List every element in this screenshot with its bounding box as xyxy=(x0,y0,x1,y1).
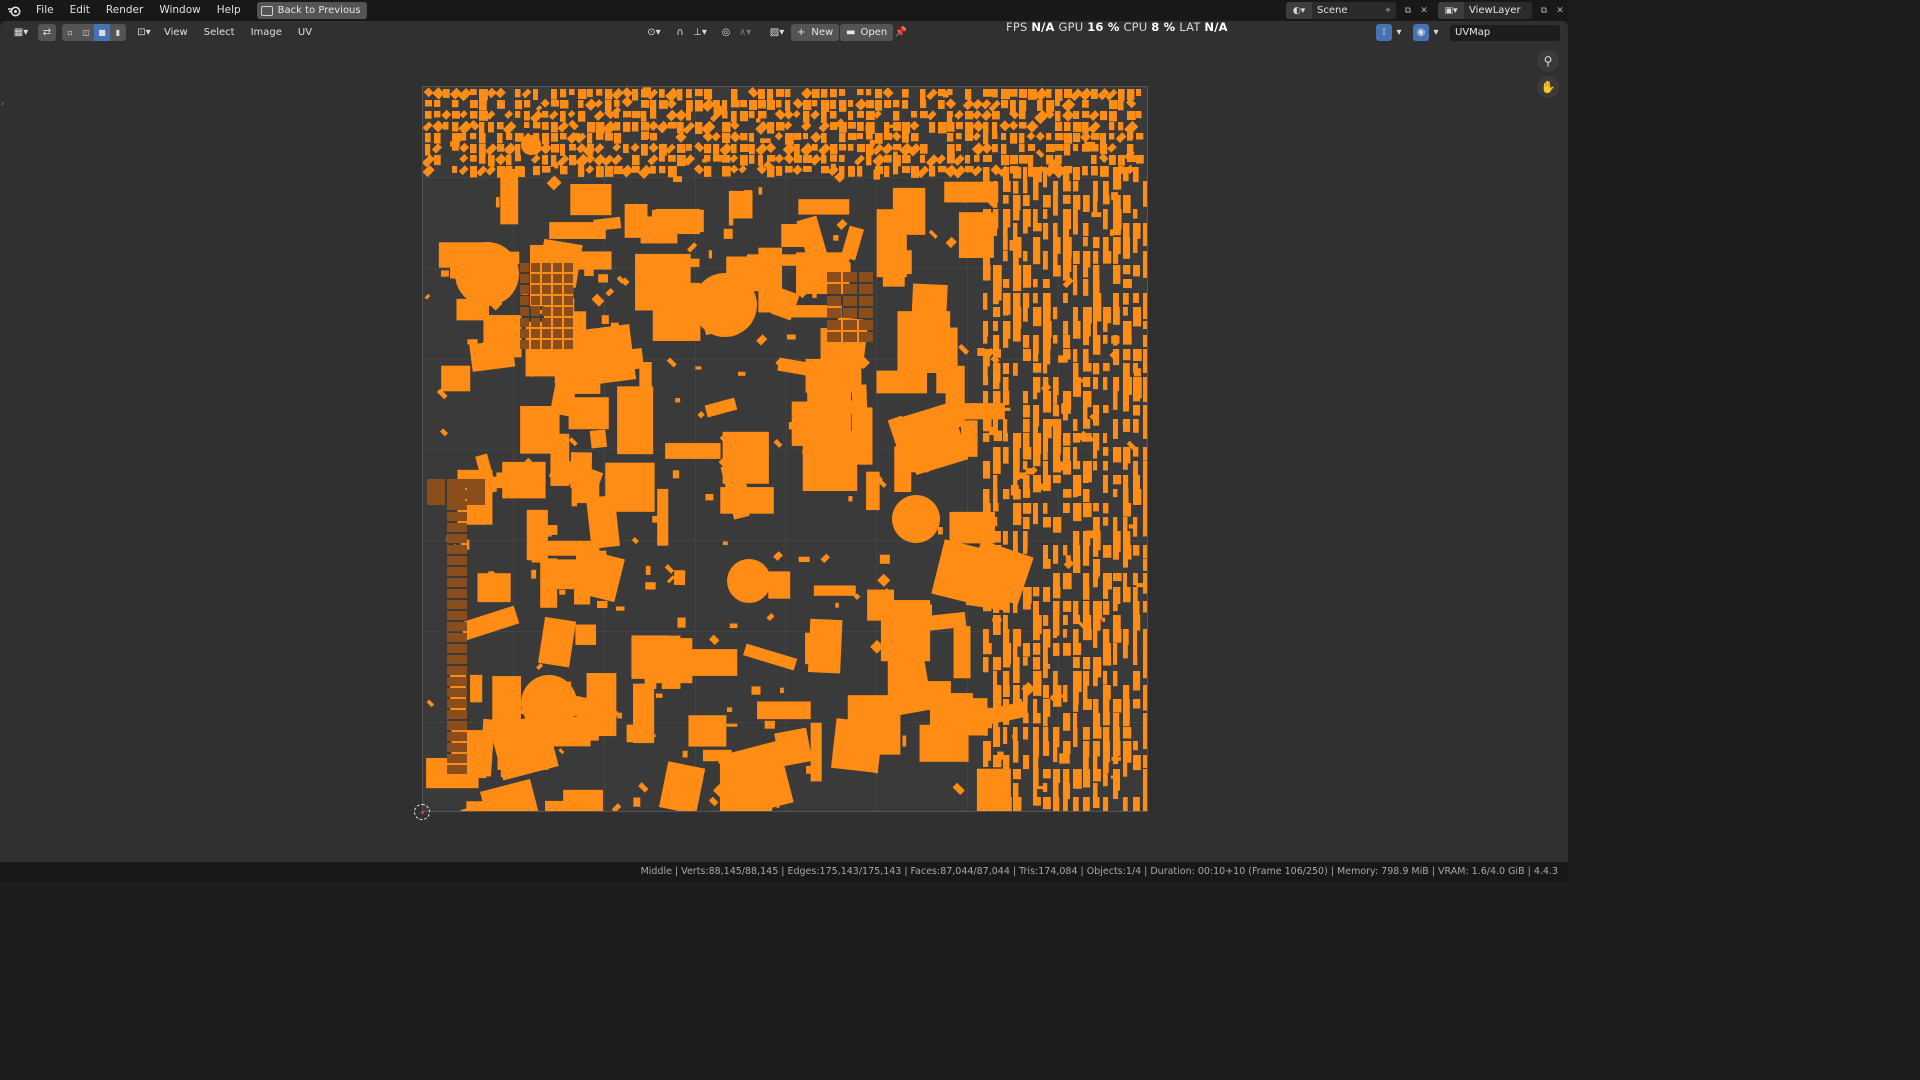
island-select-icon[interactable]: ▮ xyxy=(110,24,126,41)
performance-overlay: FPS N/A GPU 16 % CPU 8 % LAT N/A xyxy=(1006,20,1228,34)
gpu-label: GPU xyxy=(1058,20,1084,34)
scene-selector[interactable]: ◐▾ Scene ⌖ xyxy=(1286,2,1396,19)
fps-value: N/A xyxy=(1031,20,1055,34)
gpu-value: 16 % xyxy=(1087,20,1120,34)
menu-uv[interactable]: UV xyxy=(290,21,320,44)
blender-logo-icon[interactable] xyxy=(0,0,28,21)
uv-map-selector[interactable]: UVMap xyxy=(1450,25,1560,41)
menu-select[interactable]: Select xyxy=(196,21,243,44)
delete-viewlayer-icon[interactable]: ✕ xyxy=(1552,2,1568,19)
uv-layout[interactable] xyxy=(422,86,1148,812)
viewlayer-selector[interactable]: ▣▾ ViewLayer xyxy=(1438,2,1532,19)
zoom-icon[interactable]: ⚲ xyxy=(1537,50,1559,72)
hand-pan-icon[interactable]: ✋ xyxy=(1537,76,1559,98)
overlays-icon[interactable]: ◉ xyxy=(1413,24,1429,41)
toolbar-expand-icon[interactable]: › xyxy=(1,99,4,108)
uv-display-dropdown-icon[interactable]: ▾ xyxy=(1393,24,1405,41)
image-browse-icon[interactable]: ▨▾ xyxy=(766,24,788,41)
sync-selection-icon[interactable]: ⇄ xyxy=(38,24,56,41)
status-bar: Middle | Verts:88,145/88,145 | Edges:175… xyxy=(0,862,1568,882)
new-image-button[interactable]: + New xyxy=(791,24,840,41)
new-viewlayer-icon[interactable]: ⧉ xyxy=(1536,2,1552,19)
uv-editor-viewport[interactable]: › ⚲ ✋ xyxy=(0,44,1568,862)
fps-label: FPS xyxy=(1006,20,1028,34)
cpu-label: CPU xyxy=(1123,20,1148,34)
menu-image[interactable]: Image xyxy=(243,21,290,44)
delete-scene-icon[interactable]: ✕ xyxy=(1416,2,1432,19)
snap-target-icon[interactable]: ⊥▾ xyxy=(689,24,711,41)
open-image-label: Open xyxy=(860,27,888,38)
scene-icon: ◐▾ xyxy=(1286,2,1312,19)
sticky-select-mode-button[interactable]: ⊡▾ xyxy=(132,24,156,41)
lat-label: LAT xyxy=(1179,20,1201,34)
editor-type-button[interactable]: ▦▾ xyxy=(6,24,36,41)
plus-icon: + xyxy=(797,27,806,38)
snap-toggle-icon[interactable]: ∩ xyxy=(672,24,688,41)
menu-edit[interactable]: Edit xyxy=(62,0,98,21)
back-to-previous-label: Back to Previous xyxy=(277,5,361,16)
uv-display-icon[interactable]: ⟟ xyxy=(1376,24,1392,41)
new-scene-icon[interactable]: ⧉ xyxy=(1400,2,1416,19)
pivot-point-icon[interactable]: ⊙▾ xyxy=(643,24,665,41)
pin-icon[interactable]: 📌 xyxy=(893,24,909,41)
top-bar: File Edit Render Window Help Back to Pre… xyxy=(0,0,1568,21)
folder-icon: ▬ xyxy=(846,27,856,38)
back-to-previous-button[interactable]: Back to Previous xyxy=(256,2,367,19)
proportional-edit-icon[interactable]: ◎ xyxy=(718,24,734,41)
select-mode-group: ▫ ◫ ■ ▮ xyxy=(62,24,126,41)
menu-render[interactable]: Render xyxy=(98,0,151,21)
viewlayer-name[interactable]: ViewLayer xyxy=(1464,5,1532,16)
uv-editor-header: ▦▾ ⇄ ▫ ◫ ■ ▮ ⊡▾ View Select Image UV ⊙▾ … xyxy=(0,21,1568,44)
proportional-falloff-icon[interactable]: ∧▾ xyxy=(735,24,755,41)
open-image-button[interactable]: ▬ Open xyxy=(840,24,894,41)
cpu-value: 8 % xyxy=(1151,20,1176,34)
vertex-select-icon[interactable]: ▫ xyxy=(62,24,78,41)
pin-scene-icon[interactable]: ⌖ xyxy=(1380,2,1396,19)
menu-file[interactable]: File xyxy=(28,0,62,21)
lat-value: N/A xyxy=(1204,20,1228,34)
overlays-dropdown-icon[interactable]: ▾ xyxy=(1430,24,1442,41)
2d-cursor-icon[interactable] xyxy=(414,804,430,820)
edge-select-icon[interactable]: ◫ xyxy=(78,24,94,41)
screen-back-icon xyxy=(260,5,273,16)
viewlayer-icon: ▣▾ xyxy=(1438,2,1464,19)
menu-view[interactable]: View xyxy=(156,21,196,44)
new-image-label: New xyxy=(811,27,834,38)
face-select-icon[interactable]: ■ xyxy=(94,24,110,41)
menu-window[interactable]: Window xyxy=(151,0,208,21)
scene-name[interactable]: Scene xyxy=(1312,5,1380,16)
menu-help[interactable]: Help xyxy=(209,0,249,21)
uv-islands-canvas xyxy=(423,87,1147,811)
